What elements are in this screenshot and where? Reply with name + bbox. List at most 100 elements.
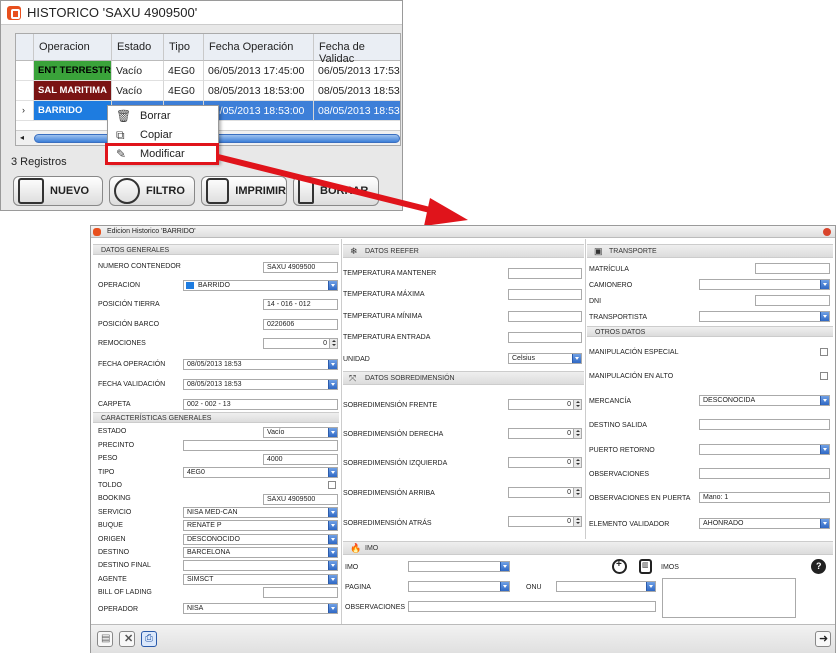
destino-salida-field[interactable]: [699, 419, 830, 430]
numero-contenedor-field[interactable]: SAXU 4909500: [263, 262, 338, 273]
unidad-select[interactable]: Celsius: [508, 353, 582, 364]
chevron-down-icon[interactable]: [328, 575, 337, 584]
cell-fecha-validacion[interactable]: 08/05/2013 18:53: [314, 101, 400, 121]
filtro-button[interactable]: FILTRO: [109, 176, 195, 206]
cell-operacion[interactable]: BARRIDO: [34, 101, 112, 121]
chevron-down-icon[interactable]: [328, 281, 337, 290]
cell-tipo[interactable]: 4EG0: [164, 61, 204, 81]
chevron-down-icon[interactable]: [572, 354, 581, 363]
sobre-izquierda-stepper[interactable]: 0: [508, 457, 582, 468]
precinto-field[interactable]: [183, 440, 338, 451]
sobre-atras-stepper[interactable]: 0: [508, 516, 582, 527]
cell-tipo[interactable]: 4EG0: [164, 81, 204, 101]
imo-observaciones-field[interactable]: [408, 601, 656, 612]
chevron-down-icon[interactable]: [820, 445, 829, 454]
booking-field[interactable]: SAXU 4909500: [263, 494, 338, 505]
spinner-arrows-icon[interactable]: [573, 488, 581, 497]
operador-select[interactable]: NISA: [183, 603, 338, 614]
posicion-barco-field[interactable]: 0220606: [263, 319, 338, 330]
spinner-arrows-icon[interactable]: [573, 400, 581, 409]
posicion-tierra-field[interactable]: 14 - 016 - 012: [263, 299, 338, 310]
chevron-down-icon[interactable]: [820, 396, 829, 405]
remociones-stepper[interactable]: 0: [263, 338, 338, 349]
chevron-down-icon[interactable]: [328, 380, 337, 389]
chevron-down-icon[interactable]: [328, 604, 337, 613]
observaciones-field[interactable]: [699, 468, 830, 479]
imo-select[interactable]: [408, 561, 510, 572]
chevron-down-icon[interactable]: [328, 468, 337, 477]
close-icon[interactable]: [823, 228, 831, 236]
delete-imo-button[interactable]: ▥: [639, 559, 652, 574]
imos-list[interactable]: [662, 578, 796, 618]
help-button[interactable]: ?: [811, 559, 826, 574]
pagina-select[interactable]: [408, 581, 510, 592]
manipulacion-alto-checkbox[interactable]: [820, 372, 828, 380]
sobre-frente-stepper[interactable]: 0: [508, 399, 582, 410]
toldo-checkbox[interactable]: [328, 481, 336, 489]
cell-fecha-validacion[interactable]: 08/05/2013 18:53: [314, 81, 400, 101]
col-header-fecha-validacion[interactable]: Fecha de Validac: [314, 34, 400, 65]
fecha-validacion-picker[interactable]: 08/05/2013 18:53: [183, 379, 338, 390]
cell-estado[interactable]: Vacío: [112, 81, 164, 101]
sobre-arriba-stepper[interactable]: 0: [508, 487, 582, 498]
destino-final-select[interactable]: [183, 560, 338, 571]
spinner-arrows-icon[interactable]: [329, 339, 337, 348]
col-header-tipo[interactable]: Tipo: [164, 34, 204, 61]
buque-select[interactable]: RENATE P: [183, 520, 338, 531]
cell-operacion[interactable]: SAL MARITIMA: [34, 81, 112, 101]
mercancia-select[interactable]: DESCONOCIDA: [699, 395, 830, 406]
chevron-down-icon[interactable]: [500, 562, 509, 571]
chevron-down-icon[interactable]: [646, 582, 655, 591]
puerto-retorno-select[interactable]: [699, 444, 830, 455]
borrar-button[interactable]: BORRAR: [293, 176, 379, 206]
cell-fecha-operacion[interactable]: 08/05/2013 18:53:00: [204, 101, 314, 121]
chevron-down-icon[interactable]: [328, 508, 337, 517]
tipo-select[interactable]: 4EG0: [183, 467, 338, 478]
chevron-down-icon[interactable]: [328, 535, 337, 544]
spinner-arrows-icon[interactable]: [573, 517, 581, 526]
cell-estado[interactable]: Vacío: [112, 61, 164, 81]
chevron-down-icon[interactable]: [500, 582, 509, 591]
cell-operacion[interactable]: ENT TERRESTRE: [34, 61, 112, 81]
save-button[interactable]: ▤: [97, 631, 113, 647]
destino-select[interactable]: BARCELONA: [183, 547, 338, 558]
onu-select[interactable]: [556, 581, 656, 592]
menu-item-borrar[interactable]: 🗑 Borrar: [108, 107, 218, 126]
col-header-fecha-operacion[interactable]: Fecha Operación: [204, 34, 314, 61]
temp-minima-field[interactable]: [508, 311, 582, 322]
spinner-arrows-icon[interactable]: [573, 429, 581, 438]
temp-entrada-field[interactable]: [508, 332, 582, 343]
spinner-arrows-icon[interactable]: [573, 458, 581, 467]
cancel-button[interactable]: ✕: [119, 631, 135, 647]
chevron-down-icon[interactable]: [328, 521, 337, 530]
chevron-down-icon[interactable]: [820, 519, 829, 528]
col-header-operacion[interactable]: Operacion: [34, 34, 112, 61]
cell-fecha-validacion[interactable]: 06/05/2013 17:53: [314, 61, 400, 81]
transportista-select[interactable]: [699, 311, 830, 322]
matricula-field[interactable]: [755, 263, 830, 274]
scroll-left-icon[interactable]: ◂: [20, 133, 24, 142]
agente-select[interactable]: SIMSCT: [183, 574, 338, 585]
chevron-down-icon[interactable]: [328, 548, 337, 557]
cell-fecha-operacion[interactable]: 06/05/2013 17:45:00: [204, 61, 314, 81]
cell-fecha-operacion[interactable]: 08/05/2013 18:53:00: [204, 81, 314, 101]
imprimir-button[interactable]: IMPRIMIR: [201, 176, 287, 206]
chevron-down-icon[interactable]: [820, 280, 829, 289]
bill-of-lading-field[interactable]: [263, 587, 338, 598]
nuevo-button[interactable]: NUEVO: [13, 176, 103, 206]
temp-mantener-field[interactable]: [508, 268, 582, 279]
carpeta-field[interactable]: 002 - 002 - 13: [183, 399, 338, 410]
manipulacion-especial-checkbox[interactable]: [820, 348, 828, 356]
servicio-select[interactable]: NISA MED-CAN: [183, 507, 338, 518]
obs-puerta-field[interactable]: Mano: 1: [699, 492, 830, 503]
estado-select[interactable]: Vacío: [263, 427, 338, 438]
operacion-select[interactable]: BARRIDO: [183, 280, 338, 291]
elemento-validador-select[interactable]: AHONRADO: [699, 518, 830, 529]
col-header-estado[interactable]: Estado: [112, 34, 164, 61]
dni-field[interactable]: [755, 295, 830, 306]
chevron-down-icon[interactable]: [328, 428, 337, 437]
print-button[interactable]: ⎙: [141, 631, 157, 647]
add-imo-button[interactable]: +: [612, 559, 627, 574]
peso-field[interactable]: 4000: [263, 454, 338, 465]
chevron-down-icon[interactable]: [820, 312, 829, 321]
